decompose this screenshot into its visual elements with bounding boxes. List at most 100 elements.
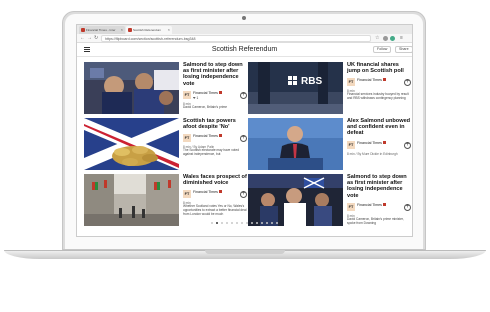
tab-favicon-icon bbox=[81, 28, 85, 32]
article-info: Salmond to step down as first minister a… bbox=[183, 62, 249, 116]
verified-badge-icon bbox=[218, 90, 222, 94]
pagination-dot[interactable] bbox=[246, 222, 248, 224]
article-card[interactable]: Wales faces prospect of diminished voice… bbox=[84, 174, 248, 228]
tab-favicon-icon bbox=[128, 28, 132, 32]
article-headline[interactable]: Scottish tax powers afoot despite 'No' bbox=[183, 118, 249, 130]
article-headline[interactable]: Wales faces prospect of diminished voice bbox=[183, 174, 249, 186]
article-card[interactable]: Salmond to step down as first minister a… bbox=[84, 62, 248, 116]
pagination-dot[interactable] bbox=[266, 222, 268, 224]
forward-icon[interactable]: → bbox=[87, 35, 92, 42]
add-icon[interactable]: + bbox=[404, 79, 411, 87]
article-info: UK financial shares jump on Scottish pol… bbox=[347, 62, 412, 116]
pagination-dot[interactable] bbox=[261, 222, 263, 224]
pagination-dot[interactable] bbox=[211, 222, 213, 224]
article-info: Alex Salmond unbowed and confident even … bbox=[347, 118, 412, 172]
article-headline[interactable]: Alex Salmond unbowed and confident even … bbox=[347, 118, 412, 137]
article-thumbnail[interactable] bbox=[84, 118, 179, 170]
browser-tab[interactable]: Financial Times - Inter × bbox=[79, 26, 125, 34]
article-card[interactable]: Alex Salmond unbowed and confident even … bbox=[248, 118, 412, 172]
extension-icon[interactable] bbox=[390, 36, 395, 41]
svg-text:RBS: RBS bbox=[301, 76, 322, 87]
ft-logo: FT bbox=[347, 202, 355, 211]
ft-logo: FT bbox=[347, 78, 355, 87]
article-thumbnail[interactable]: RBS bbox=[248, 62, 343, 114]
pagination-dot[interactable] bbox=[276, 222, 278, 224]
article-headline[interactable]: Salmond to step down as first minister a… bbox=[183, 62, 249, 87]
article-source: FT Financial Times + bbox=[183, 190, 249, 199]
verified-badge-icon bbox=[382, 140, 386, 144]
article-thumbnail[interactable] bbox=[84, 62, 179, 114]
verified-badge-icon bbox=[218, 190, 222, 194]
article-source: FT Financial Times + bbox=[347, 140, 412, 150]
pagination-dot[interactable] bbox=[226, 222, 228, 224]
article-thumbnail[interactable] bbox=[248, 118, 343, 170]
article-description: Financial services industry buoyed by re… bbox=[347, 92, 409, 101]
tab-label: Scottish Referendum bbox=[133, 28, 162, 32]
article-source: FT Financial Times + bbox=[347, 202, 412, 212]
add-icon[interactable]: + bbox=[404, 141, 411, 149]
close-icon[interactable]: × bbox=[168, 26, 170, 34]
source-name[interactable]: Financial Times bbox=[357, 141, 382, 145]
browser-tab-bar: Financial Times - Inter × Scottish Refer… bbox=[77, 25, 412, 34]
page-title: Scottish Referendum bbox=[211, 46, 278, 53]
article-meta: 8 min / By Mure Dickie in Edinburgh bbox=[347, 151, 398, 156]
pagination-dot[interactable] bbox=[241, 222, 243, 224]
add-icon[interactable]: + bbox=[240, 135, 247, 143]
article-source: FT Financial Times ❤ 1 + bbox=[183, 90, 249, 100]
pagination-dot[interactable] bbox=[231, 222, 233, 224]
webcam-icon bbox=[242, 16, 246, 20]
article-thumbnail[interactable] bbox=[248, 174, 343, 226]
verified-badge-icon bbox=[382, 202, 386, 206]
back-icon[interactable]: ← bbox=[80, 35, 85, 42]
ft-logo: FT bbox=[347, 140, 355, 149]
source-name[interactable]: Financial Times bbox=[193, 91, 218, 95]
pagination-dot[interactable] bbox=[221, 222, 223, 224]
add-icon[interactable]: + bbox=[240, 191, 247, 199]
article-headline[interactable]: UK financial shares jump on Scottish pol… bbox=[347, 62, 412, 74]
verified-badge-icon bbox=[218, 134, 222, 138]
url-input[interactable]: https://flipboard.com/section/scottish-r… bbox=[101, 35, 371, 42]
close-icon[interactable]: × bbox=[121, 26, 123, 34]
bookmark-star-icon[interactable]: ☆ bbox=[375, 35, 379, 42]
article-description: David Cameron, Britain's prime bbox=[183, 104, 228, 109]
source-name[interactable]: Financial Times bbox=[193, 134, 218, 138]
extension-icon[interactable] bbox=[383, 36, 388, 41]
browser-address-bar: ← → ↻ https://flipboard.com/section/scot… bbox=[77, 34, 412, 43]
share-button[interactable]: Share bbox=[395, 46, 412, 53]
ft-logo: FT bbox=[183, 134, 191, 143]
article-card[interactable]: RBS UK financial shares jump on Scottish… bbox=[248, 62, 412, 116]
browser-tab-active[interactable]: Scottish Referendum × bbox=[126, 26, 172, 34]
ft-logo: FT bbox=[183, 90, 191, 99]
article-thumbnail[interactable] bbox=[84, 174, 179, 226]
page-header: Scottish Referendum Follow Share bbox=[77, 43, 412, 57]
article-source: FT Financial Times + bbox=[183, 134, 249, 143]
tab-label: Financial Times - Inter bbox=[86, 28, 116, 32]
article-info: Wales faces prospect of diminished voice… bbox=[183, 174, 249, 228]
article-card[interactable]: Scottish tax powers afoot despite 'No' F… bbox=[84, 118, 248, 172]
pagination-dot[interactable] bbox=[271, 222, 273, 224]
source-name[interactable]: Financial Times bbox=[357, 203, 382, 207]
add-icon[interactable]: + bbox=[240, 91, 247, 99]
pagination-dots[interactable] bbox=[77, 222, 412, 228]
reload-icon[interactable]: ↻ bbox=[94, 35, 98, 42]
source-name[interactable]: Financial Times bbox=[193, 190, 218, 194]
article-grid: Salmond to step down as first minister a… bbox=[77, 57, 412, 228]
pagination-dot[interactable] bbox=[251, 222, 253, 224]
follow-button[interactable]: Follow bbox=[373, 46, 392, 53]
article-headline[interactable]: Salmond to step down as first minister a… bbox=[347, 174, 412, 199]
laptop-screen: Financial Times - Inter × Scottish Refer… bbox=[76, 24, 413, 237]
article-info: Scottish tax powers afoot despite 'No' F… bbox=[183, 118, 249, 172]
article-description: Whether Scotland votes Yes or No, Wales'… bbox=[183, 204, 247, 216]
pagination-dot[interactable] bbox=[236, 222, 238, 224]
ft-logo: FT bbox=[183, 190, 191, 199]
laptop-notch bbox=[205, 250, 285, 254]
article-source: FT Financial Times + bbox=[347, 78, 412, 87]
menu-icon[interactable]: ≡ bbox=[400, 35, 403, 42]
pagination-dot[interactable] bbox=[256, 222, 258, 224]
like-count: ❤ 1 bbox=[193, 95, 199, 100]
add-icon[interactable]: + bbox=[404, 203, 411, 211]
source-name[interactable]: Financial Times bbox=[357, 78, 382, 82]
article-info: Salmond to step down as first minister a… bbox=[347, 174, 412, 228]
pagination-dot-active[interactable] bbox=[216, 222, 218, 224]
article-card[interactable]: Salmond to step down as first minister a… bbox=[248, 174, 412, 228]
